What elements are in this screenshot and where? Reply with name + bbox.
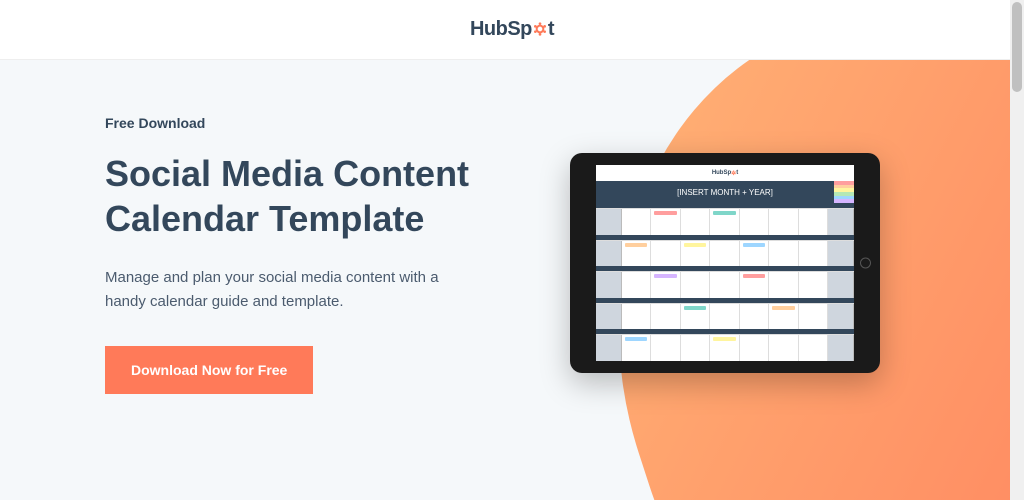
calendar-row-label bbox=[596, 272, 622, 298]
calendar-row bbox=[596, 303, 854, 330]
calendar-cell bbox=[799, 209, 828, 235]
calendar-cell bbox=[651, 304, 680, 330]
tablet-screen: HubSp✲t [INSERT MONTH + YEAR] bbox=[596, 165, 854, 361]
event-chip bbox=[684, 243, 706, 247]
calendar-row-label bbox=[596, 209, 622, 235]
calendar-cell bbox=[740, 272, 769, 298]
tablet-home-button-icon bbox=[860, 258, 871, 269]
sprocket-icon bbox=[532, 21, 548, 37]
tablet-preview: HubSp✲t [INSERT MONTH + YEAR] bbox=[570, 153, 880, 373]
calendar-cell bbox=[769, 304, 798, 330]
calendar-cell bbox=[799, 335, 828, 361]
calendar-cell bbox=[622, 304, 651, 330]
calendar-cell bbox=[710, 241, 739, 267]
event-chip bbox=[625, 243, 647, 247]
event-chip bbox=[684, 306, 706, 310]
calendar-cell bbox=[651, 272, 680, 298]
preview-month-header: [INSERT MONTH + YEAR] bbox=[596, 181, 854, 203]
calendar-cell bbox=[769, 241, 798, 267]
event-chip bbox=[713, 211, 735, 215]
scrollbar[interactable] bbox=[1010, 0, 1024, 500]
calendar-cell bbox=[681, 209, 710, 235]
calendar-row-label bbox=[596, 241, 622, 267]
calendar-cell bbox=[622, 241, 651, 267]
download-button[interactable]: Download Now for Free bbox=[105, 346, 313, 394]
calendar-cell bbox=[740, 304, 769, 330]
calendar-cell bbox=[799, 272, 828, 298]
calendar-row-label bbox=[596, 304, 622, 330]
eyebrow-label: Free Download bbox=[105, 115, 470, 131]
calendar-row-label bbox=[828, 272, 854, 298]
event-chip bbox=[743, 274, 765, 278]
calendar-cell bbox=[740, 209, 769, 235]
calendar-row-label bbox=[828, 241, 854, 267]
calendar-cell bbox=[710, 304, 739, 330]
preview-calendar bbox=[596, 203, 854, 361]
calendar-cell bbox=[769, 335, 798, 361]
hubspot-logo[interactable]: HubSp t bbox=[470, 18, 554, 41]
hero-content: Free Download Social Media Content Calen… bbox=[0, 60, 470, 394]
site-header: HubSp t bbox=[0, 0, 1024, 60]
calendar-row-label bbox=[828, 335, 854, 361]
calendar-cell bbox=[769, 272, 798, 298]
calendar-cell bbox=[681, 304, 710, 330]
event-chip bbox=[625, 337, 647, 341]
event-chip bbox=[713, 337, 735, 341]
event-chip bbox=[743, 243, 765, 247]
calendar-cell bbox=[710, 272, 739, 298]
logo-text-pre: HubSp bbox=[470, 18, 532, 41]
calendar-cell bbox=[799, 304, 828, 330]
preview-legend bbox=[834, 181, 854, 203]
event-chip bbox=[772, 306, 794, 310]
calendar-cell bbox=[799, 241, 828, 267]
calendar-cell bbox=[651, 209, 680, 235]
calendar-cell bbox=[651, 335, 680, 361]
calendar-cell bbox=[710, 209, 739, 235]
hero-section: Free Download Social Media Content Calen… bbox=[0, 60, 1024, 500]
calendar-row bbox=[596, 271, 854, 298]
calendar-row bbox=[596, 334, 854, 361]
calendar-row bbox=[596, 208, 854, 235]
page-title: Social Media Content Calendar Template bbox=[105, 151, 470, 241]
calendar-cell bbox=[740, 335, 769, 361]
calendar-cell bbox=[681, 272, 710, 298]
calendar-row-label bbox=[828, 304, 854, 330]
calendar-cell bbox=[622, 272, 651, 298]
calendar-row bbox=[596, 240, 854, 267]
calendar-cell bbox=[622, 335, 651, 361]
calendar-cell bbox=[681, 335, 710, 361]
calendar-cell bbox=[740, 241, 769, 267]
logo-text-post: t bbox=[548, 18, 554, 41]
calendar-cell bbox=[651, 241, 680, 267]
page-description: Manage and plan your social media conten… bbox=[105, 266, 470, 314]
scroll-thumb[interactable] bbox=[1012, 2, 1022, 92]
event-chip bbox=[654, 211, 676, 215]
calendar-cell bbox=[769, 209, 798, 235]
calendar-cell bbox=[681, 241, 710, 267]
calendar-cell bbox=[710, 335, 739, 361]
calendar-cell bbox=[622, 209, 651, 235]
calendar-row-label bbox=[596, 335, 622, 361]
preview-logo: HubSp✲t bbox=[596, 165, 854, 181]
legend-color bbox=[834, 199, 854, 203]
calendar-row-label bbox=[828, 209, 854, 235]
event-chip bbox=[654, 274, 676, 278]
